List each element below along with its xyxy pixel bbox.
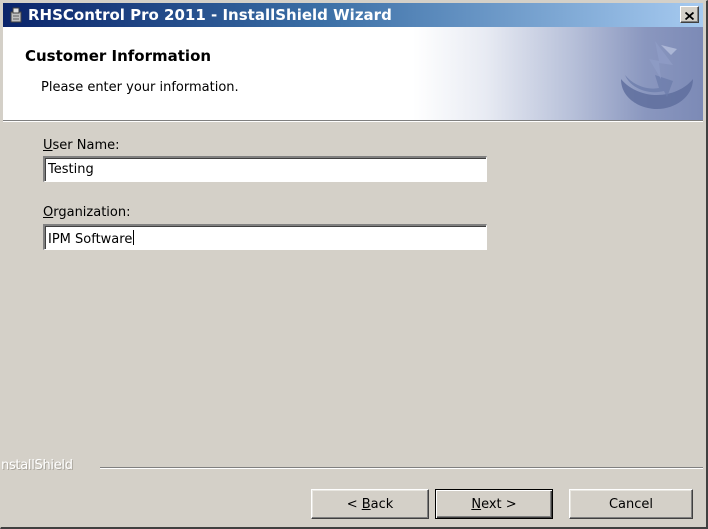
footer-divider [100,467,703,469]
close-icon [684,5,695,24]
installshield-brand-label: nstallShield [1,458,73,473]
cancel-label: Cancel [608,496,654,512]
cancel-button[interactable]: Cancel [569,489,693,519]
page-subtitle: Please enter your information. [41,80,239,95]
user-name-field[interactable]: Testing [43,156,487,182]
back-mnemonic: B [361,496,371,512]
user-name-value: Testing [48,162,94,177]
next-label: ext > [481,496,517,512]
banner-divider [3,120,703,122]
organization-label-text: rganization: [53,205,131,220]
title-bar[interactable]: RHSControl Pro 2011 - InstallShield Wiza… [3,3,703,27]
user-name-mnemonic: U [43,138,53,153]
back-prefix: < [346,496,362,512]
user-name-label-text: ser Name: [52,138,120,153]
installer-box-icon [7,6,25,24]
organization-value: IPM Software [48,232,133,247]
back-button[interactable]: < Back [311,489,429,519]
next-button[interactable]: Next > [435,489,553,519]
back-label: ack [370,496,394,512]
user-name-label: User Name: [43,138,120,153]
text-caret [133,230,135,245]
next-mnemonic: N [471,496,482,512]
installshield-logo-icon [621,41,693,109]
page-title: Customer Information [25,47,212,65]
header-banner: Customer Information Please enter your i… [3,27,703,120]
installshield-wizard-window: RHSControl Pro 2011 - InstallShield Wiza… [0,0,708,529]
organization-mnemonic: O [43,205,54,220]
close-button[interactable] [680,6,699,23]
organization-label: Organization: [43,205,131,220]
organization-field[interactable]: IPM Software [43,224,487,250]
window-title: RHSControl Pro 2011 - InstallShield Wiza… [28,6,392,24]
